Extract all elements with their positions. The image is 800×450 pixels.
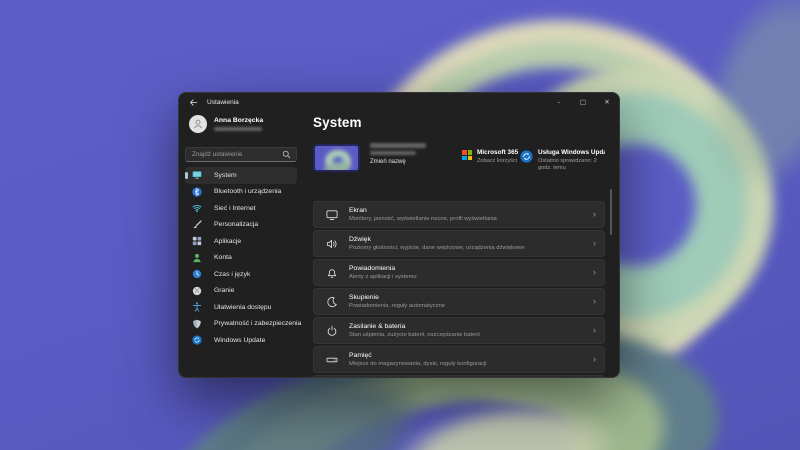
bluetooth-icon: [192, 187, 202, 197]
system-monitor-icon: [192, 170, 202, 180]
sidebar-item-accessibility[interactable]: Ułatwienia dostępu: [185, 299, 297, 316]
windows-update-icon: [520, 150, 533, 163]
wifi-icon: [192, 203, 202, 213]
avatar: [189, 115, 207, 133]
person-silhouette-icon: [193, 119, 203, 129]
power-icon: [326, 325, 338, 337]
display-icon: [326, 209, 338, 221]
settings-sidebar: Anna Borzęcka System: [185, 111, 301, 349]
chevron-right-icon: ›: [593, 209, 596, 219]
sidebar-item-system[interactable]: System: [185, 167, 297, 184]
minimize-button[interactable]: –: [547, 93, 571, 111]
close-button[interactable]: ✕: [595, 93, 619, 111]
device-thumbnail: [313, 144, 360, 172]
microsoft-logo-icon: [462, 150, 472, 160]
accessibility-icon: [192, 302, 202, 312]
sidebar-item-privacy[interactable]: Prywatność i zabezpieczenia: [185, 316, 301, 333]
search-box[interactable]: [185, 147, 297, 162]
settings-row-power-battery[interactable]: Zasilanie & bateria Stan uśpienia, zużyc…: [313, 317, 605, 344]
page-title: System: [313, 115, 362, 130]
system-header: Zmień nazwę Microsoft 365 Zobacz korzyśc…: [313, 140, 605, 188]
device-info: Zmień nazwę: [370, 143, 426, 165]
sidebar-item-network[interactable]: Sieć i Internet: [185, 200, 297, 217]
maximize-button[interactable]: □: [571, 93, 595, 111]
windows-update-status: Ostatnio sprawdzano: 2 godz. temu: [538, 158, 597, 171]
device-model-redacted: [370, 151, 416, 155]
settings-list: Ekran Monitory, jasność, wyświetlanie no…: [313, 201, 605, 377]
windows-update-title: Usługa Windows Update: [538, 149, 605, 156]
clock-globe-icon: [192, 269, 202, 279]
bell-icon: [326, 267, 338, 279]
microsoft-365-block[interactable]: Microsoft 365 Zobacz korzyści: [462, 149, 518, 165]
chevron-right-icon: ›: [593, 296, 596, 306]
ms365-benefits-link[interactable]: Zobacz korzyści: [477, 158, 518, 165]
brush-icon: [192, 220, 202, 230]
settings-row-notifications[interactable]: Powiadomienia Alerty z aplikacji i syste…: [313, 259, 605, 286]
settings-row-display[interactable]: Ekran Monitory, jasność, wyświetlanie no…: [313, 201, 605, 228]
sidebar-item-bluetooth[interactable]: Bluetooth i urządzenia: [185, 184, 297, 201]
back-arrow-icon: [189, 98, 197, 106]
chevron-right-icon: ›: [593, 238, 596, 248]
chevron-right-icon: ›: [593, 325, 596, 335]
sidebar-item-gaming[interactable]: Granie: [185, 283, 297, 300]
settings-main: System Zmień nazwę Microsoft 365 Zobacz …: [313, 111, 605, 377]
sidebar-item-personalization[interactable]: Personalizacja: [185, 217, 297, 234]
user-email-redacted: [214, 127, 262, 131]
chevron-right-icon: ›: [593, 267, 596, 277]
shield-icon: [192, 319, 202, 329]
window-title: Ustawienia: [207, 98, 239, 106]
xbox-icon: [192, 286, 202, 296]
sidebar-item-apps[interactable]: Aplikacje: [185, 233, 297, 250]
speaker-icon: [326, 238, 338, 250]
storage-icon: [326, 354, 338, 366]
sidebar-item-windows-update[interactable]: Windows Update: [185, 332, 297, 349]
settings-row-focus[interactable]: Skupienie Powiadomienia, reguły automaty…: [313, 288, 605, 315]
settings-row-storage[interactable]: Pamięć Miejsce do magazynowania, dyski, …: [313, 346, 605, 373]
windows-update-block[interactable]: Usługa Windows Update Ostatnio sprawdzan…: [520, 149, 605, 172]
sidebar-item-time-language[interactable]: Czas i język: [185, 266, 297, 283]
settings-row-sound[interactable]: Dźwięk Poziomy głośności, wyjście, dane …: [313, 230, 605, 257]
rename-device-link[interactable]: Zmień nazwę: [370, 159, 426, 165]
titlebar[interactable]: Ustawienia – □ ✕: [179, 93, 619, 111]
user-profile[interactable]: Anna Borzęcka: [189, 115, 297, 133]
desktop-wallpaper: Ustawienia – □ ✕ Anna Borzęcka Znajdź us…: [0, 0, 800, 450]
search-input[interactable]: [186, 151, 282, 158]
settings-row-nearby-sharing[interactable]: Udostępnianie w pobliżu ›: [313, 375, 605, 377]
update-icon: [192, 335, 202, 345]
person-icon: [192, 253, 202, 263]
settings-window: Ustawienia – □ ✕ Anna Borzęcka Znajdź us…: [178, 92, 620, 378]
search-icon: [282, 150, 291, 159]
user-name: Anna Borzęcka: [214, 117, 264, 124]
back-button[interactable]: [185, 95, 201, 109]
sidebar-nav: System Bluetooth i urządzenia Sieć i Int…: [185, 167, 301, 349]
sidebar-item-accounts[interactable]: Konta: [185, 250, 297, 267]
apps-grid-icon: [192, 236, 202, 246]
main-scrollbar[interactable]: [610, 189, 612, 235]
device-name-redacted: [370, 143, 426, 148]
ms365-title: Microsoft 365: [477, 149, 519, 156]
window-controls: – □ ✕: [547, 93, 619, 111]
moon-icon: [326, 296, 338, 308]
chevron-right-icon: ›: [593, 354, 596, 364]
